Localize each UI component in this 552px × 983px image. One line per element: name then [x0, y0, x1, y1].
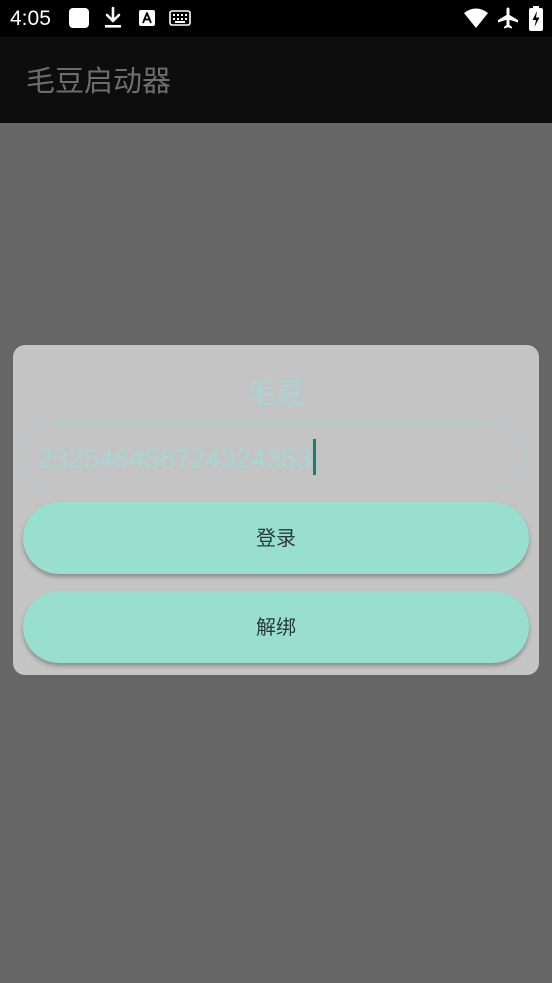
app-bar: 毛豆启动器	[0, 37, 552, 123]
id-input-text[interactable]: 232546456724324353	[38, 439, 316, 476]
download-icon	[105, 6, 121, 28]
status-time: 4:05	[10, 7, 51, 30]
id-input-value[interactable]: 232546456724324353	[38, 444, 312, 474]
app-square-icon	[69, 8, 89, 28]
text-a-icon	[139, 10, 155, 26]
login-button[interactable]: 登录	[23, 502, 529, 574]
airplane-mode-icon	[498, 7, 518, 29]
unbind-button[interactable]: 解绑	[23, 591, 529, 663]
status-bar: 4:05	[0, 0, 552, 37]
text-caret	[312, 439, 316, 475]
keyboard-icon	[169, 10, 191, 26]
battery-charging-icon	[529, 6, 543, 31]
dialog-title: 毛豆	[246, 376, 305, 410]
login-dialog: 毛豆 232546456724324353 登录 解绑	[13, 345, 539, 675]
id-input[interactable]: 232546456724324353	[23, 422, 527, 490]
app-title: 毛豆启动器	[26, 64, 172, 98]
wifi-icon	[464, 8, 488, 28]
